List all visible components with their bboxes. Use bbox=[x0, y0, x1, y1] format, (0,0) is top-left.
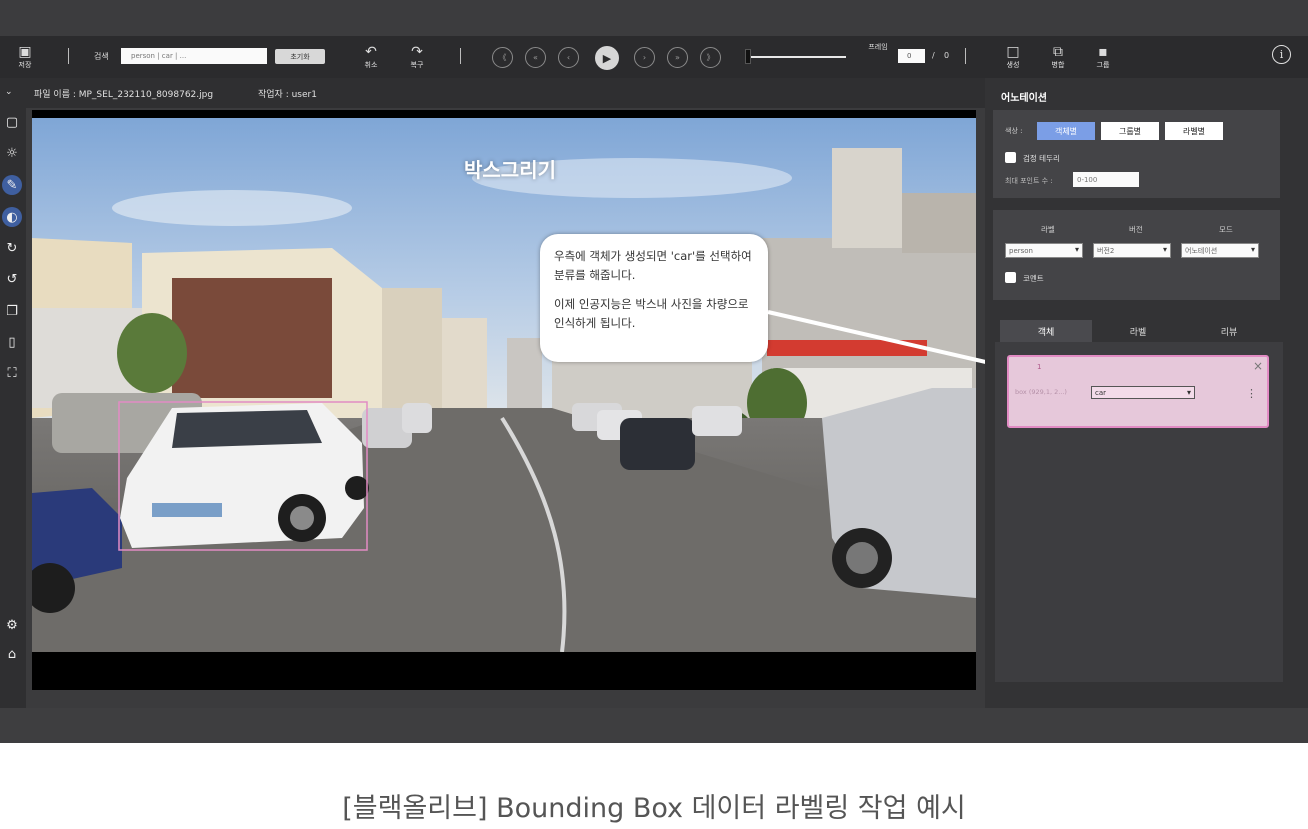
redo-button[interactable]: ↷ 복구 bbox=[404, 42, 430, 72]
rotate-ccw-icon[interactable]: ↺ bbox=[2, 269, 22, 289]
max-points-label: 최대 포인트 수 : bbox=[1005, 177, 1053, 185]
color-by-label-button[interactable]: 라벨별 bbox=[1165, 122, 1223, 140]
window-top-strip bbox=[0, 0, 1308, 36]
merge-icon: ⧉ bbox=[1053, 43, 1063, 60]
tab-review[interactable]: 리뷰 bbox=[1184, 320, 1274, 342]
save-icon: ▣ bbox=[18, 43, 32, 60]
group-icon: ▪ bbox=[1098, 43, 1108, 60]
gear-icon[interactable]: ⚙ bbox=[2, 615, 22, 635]
window-bottom-strip bbox=[0, 708, 1308, 743]
worker-name: 작업자 : user1 bbox=[258, 90, 317, 100]
file-info-bar: ⌄ 파일 이름 : MP_SEL_232110_8098762.jpg 작업자 … bbox=[0, 78, 985, 108]
label-column-header: 라벨 bbox=[1041, 225, 1055, 234]
search-label: 검색 bbox=[94, 52, 109, 61]
prev-frame-button[interactable]: ‹ bbox=[558, 47, 579, 68]
instruction-callout: 우측에 객체가 생성되면 'car'를 선택하여 분류를 해줍니다. 이제 인공… bbox=[540, 234, 768, 362]
mode-select[interactable]: 어노테이션 bbox=[1181, 243, 1259, 258]
group-button[interactable]: ▪ 그룹 bbox=[1090, 42, 1116, 72]
last-frame-button[interactable]: 》 bbox=[700, 47, 721, 68]
chevron-down-icon[interactable]: ⌄ bbox=[5, 87, 13, 97]
search-input[interactable] bbox=[121, 48, 267, 64]
color-by-object-button[interactable]: 객체별 bbox=[1037, 122, 1095, 140]
info-icon[interactable]: i bbox=[1272, 45, 1291, 64]
reset-button[interactable]: 초기화 bbox=[275, 49, 325, 64]
frame-label: 프레임 bbox=[868, 43, 888, 51]
callout-text-2: 이제 인공지능은 박스내 사진을 차량으로 인식하게 됩니다. bbox=[554, 297, 749, 330]
annotation-app-window: ▣ 저장 검색 초기화 ↶ 취소 ↷ 복구 《 « ‹ ▶ › » 》 프레임 … bbox=[0, 0, 1308, 743]
object-list: 1 box (929,1, 2...) car × ⋮ bbox=[995, 342, 1283, 682]
box-select-icon[interactable]: ▢ bbox=[2, 112, 22, 132]
frame-separator: / bbox=[932, 51, 935, 60]
create-button[interactable]: □ 생성 bbox=[1000, 42, 1026, 72]
home-icon[interactable]: ⌂ bbox=[2, 644, 22, 664]
annotation-panel: 어노테이션 색상 : 객체별 그룹별 라벨별 검정 테두리 최대 포인트 수 :… bbox=[985, 78, 1308, 708]
mouse-icon[interactable]: ▯ bbox=[2, 332, 22, 352]
black-border-label: 검정 테두리 bbox=[1023, 154, 1060, 163]
divider bbox=[68, 48, 69, 64]
redo-label: 복구 bbox=[410, 60, 424, 69]
save-button[interactable]: ▣ 저장 bbox=[12, 42, 38, 72]
first-frame-button[interactable]: 《 bbox=[492, 47, 513, 68]
merge-button[interactable]: ⧉ 병합 bbox=[1045, 42, 1071, 72]
fit-screen-icon[interactable]: ⛶ bbox=[2, 363, 22, 383]
frame-total: 0 bbox=[944, 51, 950, 60]
next-10-button[interactable]: » bbox=[667, 47, 688, 68]
canvas-title: 박스그리기 bbox=[464, 158, 556, 182]
object-desc: box (929,1, 2...) bbox=[1015, 388, 1067, 396]
object-label-select[interactable]: car bbox=[1091, 386, 1195, 399]
timeline-thumb[interactable] bbox=[745, 49, 751, 64]
timeline-slider[interactable] bbox=[745, 49, 846, 64]
create-label: 생성 bbox=[1006, 60, 1020, 69]
copy-icon[interactable]: ❐ bbox=[2, 301, 22, 321]
play-button[interactable]: ▶ bbox=[595, 46, 619, 70]
object-card[interactable]: 1 box (929,1, 2...) car × ⋮ bbox=[1007, 355, 1269, 428]
mode-column-header: 모드 bbox=[1219, 225, 1233, 234]
undo-icon: ↶ bbox=[365, 43, 377, 60]
file-name: 파일 이름 : MP_SEL_232110_8098762.jpg bbox=[34, 90, 214, 100]
eraser-icon[interactable]: ◐ bbox=[2, 207, 22, 227]
version-column-header: 버전 bbox=[1129, 225, 1143, 234]
save-label: 저장 bbox=[18, 60, 32, 69]
panel-title: 어노테이션 bbox=[1001, 93, 1047, 104]
tab-labels[interactable]: 라벨 bbox=[1092, 320, 1184, 342]
object-id: 1 bbox=[1037, 363, 1042, 371]
color-settings-box: 색상 : 객체별 그룹별 라벨별 검정 테두리 최대 포인트 수 : bbox=[993, 110, 1280, 198]
black-border-checkbox[interactable] bbox=[1005, 152, 1016, 163]
label-settings-box: 라벨 버전 모드 person 버전2 어노테이션 코멘트 bbox=[993, 210, 1280, 300]
prev-10-button[interactable]: « bbox=[525, 47, 546, 68]
comment-label: 코멘트 bbox=[1023, 274, 1044, 283]
max-points-input[interactable] bbox=[1073, 172, 1139, 187]
color-by-group-button[interactable]: 그룹별 bbox=[1101, 122, 1159, 140]
frame-input[interactable] bbox=[898, 49, 925, 63]
divider bbox=[460, 48, 461, 64]
brightness-icon[interactable]: ☼ bbox=[2, 143, 22, 163]
label-select[interactable]: person bbox=[1005, 243, 1083, 258]
left-tool-bar: ▢ ☼ ✎ ◐ ↻ ↺ ❐ ▯ ⛶ ⚙ ⌂ bbox=[0, 108, 26, 708]
figure-caption: [블랙올리브] Bounding Box 데이터 라벨링 작업 예시 bbox=[342, 793, 966, 824]
color-label: 색상 : bbox=[1005, 127, 1023, 135]
undo-label: 취소 bbox=[364, 60, 378, 69]
undo-button[interactable]: ↶ 취소 bbox=[358, 42, 384, 72]
create-square-icon: □ bbox=[1006, 43, 1020, 60]
divider bbox=[965, 48, 966, 64]
version-select[interactable]: 버전2 bbox=[1093, 243, 1171, 258]
tab-objects[interactable]: 객체 bbox=[1000, 320, 1092, 342]
more-options-icon[interactable]: ⋮ bbox=[1246, 387, 1257, 400]
brush-icon[interactable]: ✎ bbox=[2, 175, 22, 195]
merge-label: 병합 bbox=[1051, 60, 1065, 69]
toolbar: ▣ 저장 검색 초기화 ↶ 취소 ↷ 복구 《 « ‹ ▶ › » 》 프레임 … bbox=[0, 36, 1308, 78]
redo-icon: ↷ bbox=[411, 43, 423, 60]
next-frame-button[interactable]: › bbox=[634, 47, 655, 68]
group-label: 그룹 bbox=[1096, 60, 1110, 69]
callout-text-1: 우측에 객체가 생성되면 'car'를 선택하여 분류를 해줍니다. bbox=[554, 249, 752, 282]
rotate-cw-icon[interactable]: ↻ bbox=[2, 238, 22, 258]
comment-checkbox[interactable] bbox=[1005, 272, 1016, 283]
close-icon[interactable]: × bbox=[1253, 359, 1263, 373]
